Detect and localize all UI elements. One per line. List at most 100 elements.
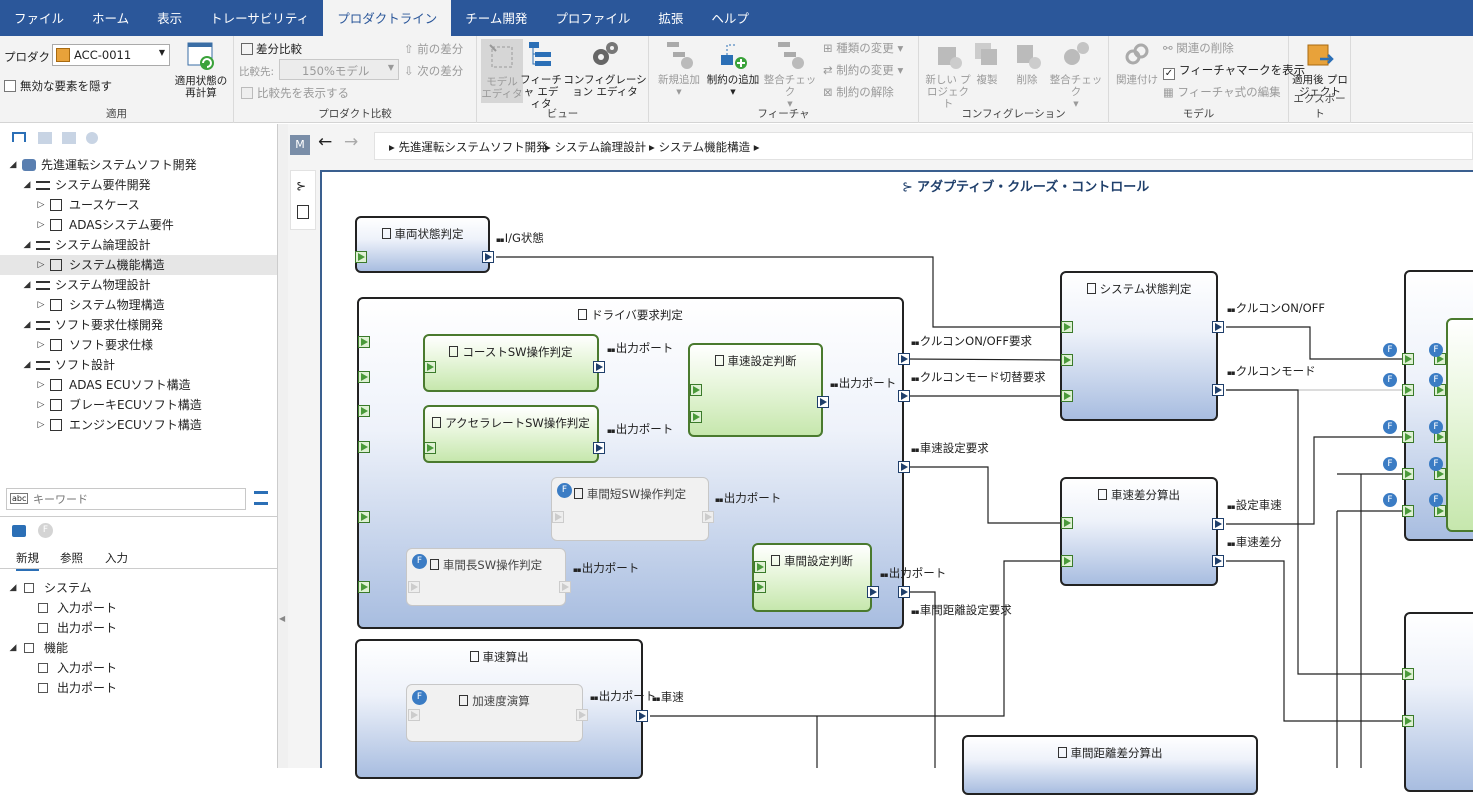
input-port[interactable] bbox=[1402, 384, 1414, 396]
input-port[interactable] bbox=[408, 581, 420, 593]
connector-line[interactable] bbox=[1226, 326, 1404, 360]
model-editor-button[interactable]: モデル エディタ bbox=[481, 39, 523, 103]
feature-check-button[interactable]: 整合チェック ▼ bbox=[761, 39, 819, 110]
expand-icon[interactable]: ▷ bbox=[36, 195, 46, 215]
tree-item[interactable]: ▷ システム機能構造 bbox=[0, 255, 277, 275]
expand-icon[interactable]: ▷ bbox=[36, 375, 46, 395]
tree-item[interactable]: ◢ システム要件開発 bbox=[0, 175, 277, 195]
constraint-change-button[interactable]: ⇄ 制約の変更 ▾ bbox=[823, 62, 903, 78]
palette-tab-new[interactable]: 新規 bbox=[16, 550, 39, 571]
panel-splitter[interactable]: ◀ bbox=[278, 124, 288, 768]
input-port[interactable] bbox=[358, 405, 370, 417]
block-right2[interactable] bbox=[1404, 612, 1473, 792]
input-port[interactable] bbox=[424, 442, 436, 454]
type-change-button[interactable]: ⊞ 種類の変更 ▾ bbox=[823, 40, 903, 56]
collapse-icon[interactable]: ◢ bbox=[8, 578, 18, 598]
palette-item[interactable]: ◢ 機能 bbox=[0, 638, 277, 658]
input-port[interactable] bbox=[1061, 390, 1073, 402]
tab-home[interactable]: ホーム bbox=[78, 0, 143, 36]
feature-editor-button[interactable]: フィーチャ エディタ bbox=[519, 39, 563, 110]
block-system-state[interactable]: システム状態判定 bbox=[1060, 271, 1218, 421]
output-port[interactable] bbox=[867, 586, 879, 598]
collapse-icon[interactable]: ◢ bbox=[22, 355, 32, 375]
connector-line[interactable] bbox=[1226, 560, 1404, 722]
collapse-icon[interactable]: ◢ bbox=[22, 235, 32, 255]
output-port[interactable] bbox=[1212, 518, 1224, 530]
input-port[interactable] bbox=[1402, 353, 1414, 365]
tree-diagram-icon[interactable] bbox=[62, 132, 76, 144]
output-port[interactable] bbox=[576, 709, 588, 721]
output-port[interactable] bbox=[898, 461, 910, 473]
new-project-button[interactable]: 新しい プロジェクト bbox=[923, 39, 973, 110]
prev-diff-button[interactable]: ⇧ 前の差分 bbox=[404, 41, 463, 57]
edit-formula-button[interactable]: ▦ フィーチャ式の編集 bbox=[1163, 84, 1281, 100]
input-port[interactable] bbox=[1402, 505, 1414, 517]
tree-package-icon[interactable] bbox=[38, 132, 52, 144]
block-gap-set[interactable]: 車間設定判断 bbox=[752, 543, 872, 612]
output-port[interactable] bbox=[898, 586, 910, 598]
input-port[interactable] bbox=[1402, 431, 1414, 443]
expand-icon[interactable]: ▷ bbox=[36, 395, 46, 415]
block-gap-diff[interactable]: 車間距離差分算出 bbox=[962, 735, 1258, 795]
collapse-arrow-icon[interactable]: ◀ bbox=[279, 614, 285, 623]
block-gap-long[interactable]: 車間長SW操作判定 F bbox=[406, 548, 566, 606]
input-port[interactable] bbox=[358, 336, 370, 348]
block-speed-set[interactable]: 車速設定判断 bbox=[688, 343, 823, 437]
palette-tab-reference[interactable]: 参照 bbox=[60, 550, 83, 566]
tree-item[interactable]: ▷ ADASシステム要件 bbox=[0, 215, 277, 235]
tab-traceability[interactable]: トレーサビリティ bbox=[196, 0, 323, 36]
output-port[interactable] bbox=[593, 361, 605, 373]
block-speed-diff[interactable]: 車速差分算出 bbox=[1060, 477, 1218, 586]
collapse-icon[interactable]: ◢ bbox=[8, 638, 18, 658]
input-port[interactable] bbox=[1061, 354, 1073, 366]
block-coast-sw[interactable]: コーストSW操作判定 bbox=[423, 334, 599, 392]
output-port[interactable] bbox=[593, 442, 605, 454]
diff-compare-button[interactable]: 差分比較 bbox=[241, 41, 302, 57]
output-port[interactable] bbox=[636, 710, 648, 722]
input-port[interactable] bbox=[754, 581, 766, 593]
system-icon[interactable]: ⊱ bbox=[296, 179, 306, 193]
tree-item[interactable]: ◢ 先進運転システムソフト開発 bbox=[0, 155, 277, 175]
breadcrumb-item-2[interactable]: ▸ システム論理設計 bbox=[545, 139, 646, 155]
output-port[interactable] bbox=[482, 251, 494, 263]
back-arrow-icon[interactable]: ← bbox=[318, 132, 332, 152]
input-port[interactable] bbox=[1061, 321, 1073, 333]
palette-item[interactable]: 入力ポート bbox=[0, 598, 277, 618]
collapse-icon[interactable]: ◢ bbox=[22, 175, 32, 195]
palette-item[interactable]: 入力ポート bbox=[0, 658, 277, 678]
config-check-button[interactable]: 整合チェック ▼ bbox=[1047, 39, 1105, 110]
tree-item[interactable]: ▷ エンジンECUソフト構造 bbox=[0, 415, 277, 435]
input-port[interactable] bbox=[690, 384, 702, 396]
block-gap-short[interactable]: 車間短SW操作判定 F bbox=[551, 477, 709, 541]
tab-help[interactable]: ヘルプ bbox=[697, 0, 763, 36]
output-port[interactable] bbox=[559, 581, 571, 593]
tree-item[interactable]: ▷ ユースケース bbox=[0, 195, 277, 215]
tree-item[interactable]: ◢ システム物理設計 bbox=[0, 275, 277, 295]
tree-item[interactable]: ◢ システム論理設計 bbox=[0, 235, 277, 255]
delete-button[interactable]: 削除 bbox=[1007, 39, 1047, 86]
output-port[interactable] bbox=[817, 396, 829, 408]
input-port[interactable] bbox=[424, 361, 436, 373]
function-icon[interactable] bbox=[297, 205, 309, 219]
input-port[interactable] bbox=[358, 371, 370, 383]
product-select[interactable]: ACC-0011 ▼ bbox=[52, 44, 170, 66]
output-port[interactable] bbox=[1212, 555, 1224, 567]
feature-new-button[interactable]: 新規追加 ▼ bbox=[653, 39, 705, 98]
tab-productline[interactable]: プロダクトライン bbox=[323, 0, 452, 36]
diagram-canvas[interactable]: ⊱ アダプティブ・クルーズ・コントロール 車両状態判定 ドライバ要求判定 コーストS… bbox=[320, 170, 1473, 795]
tab-profile[interactable]: プロファイル bbox=[541, 0, 644, 36]
block-accel-sw[interactable]: アクセラレートSW操作判定 bbox=[423, 405, 599, 463]
input-port[interactable] bbox=[358, 441, 370, 453]
input-port[interactable] bbox=[358, 511, 370, 523]
input-port[interactable] bbox=[552, 511, 564, 523]
palette-feature-icon[interactable]: F bbox=[38, 523, 53, 538]
tab-view[interactable]: 表示 bbox=[143, 0, 196, 36]
export-project-button[interactable]: 適用後 プロジェクト bbox=[1292, 39, 1348, 98]
palette-item[interactable]: 出力ポート bbox=[0, 678, 277, 698]
input-port[interactable] bbox=[358, 581, 370, 593]
unlink-button[interactable]: ⚯ 関連の削除 bbox=[1163, 40, 1234, 56]
connector-line[interactable] bbox=[1226, 389, 1404, 675]
input-port[interactable] bbox=[355, 251, 367, 263]
connector-line[interactable] bbox=[905, 358, 1064, 361]
next-diff-button[interactable]: ⇩ 次の差分 bbox=[404, 63, 463, 79]
